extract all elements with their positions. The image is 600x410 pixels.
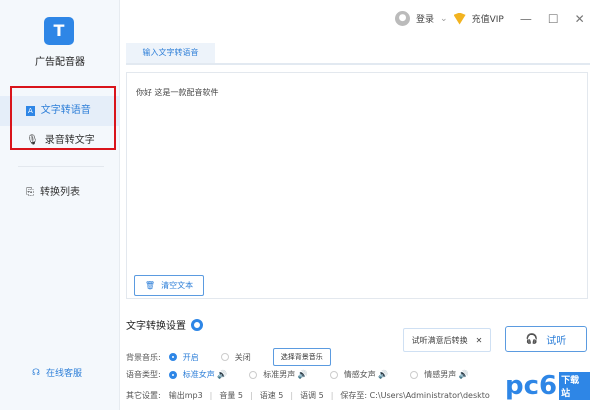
vip-icon — [453, 12, 466, 25]
bg-music-row: 背景音乐: 开启 关闭 选择背景音乐 — [126, 348, 331, 366]
maximize-icon[interactable]: ☐ — [548, 12, 559, 26]
chevron-down-icon[interactable]: ⌄ — [440, 14, 448, 24]
voice-option[interactable]: 标准男声 🔊 — [249, 369, 308, 380]
sidebar: T 广告配音器 A 文字转语音 🎙 录音转文字 ⎘ 转换列表 ☊ 在线客服 — [0, 0, 120, 410]
online-service-link[interactable]: ☊ 在线客服 — [32, 366, 83, 380]
service-label: 在线客服 — [46, 369, 83, 379]
tab-text-input[interactable]: 输入文字转语音 — [126, 43, 215, 63]
tab-underline — [126, 63, 590, 65]
gear-icon[interactable] — [191, 318, 203, 331]
settings-title: 文字转换设置 — [126, 317, 203, 332]
headphones-icon: 🎧 — [525, 333, 539, 345]
volume-setting[interactable]: 音量 5 — [219, 390, 243, 401]
speaker-icon: 🔊 — [297, 370, 308, 379]
tooltip: 试听满意后转换 ✕ — [403, 328, 491, 352]
top-bar: ● 登录 ⌄ 充值VIP — ☐ ✕ — [395, 11, 585, 26]
settings-title-text: 文字转换设置 — [126, 321, 186, 332]
divider — [18, 166, 104, 167]
highlight-box — [10, 86, 116, 150]
voice-type-label: 语音类型: — [126, 370, 161, 379]
close-icon[interactable]: ✕ — [476, 336, 483, 345]
voice-option[interactable]: 情感男声 🔊 — [410, 369, 469, 380]
avatar-icon[interactable]: ● — [395, 11, 410, 26]
other-settings-row: 其它设置: 输出mp3 | 音量 5 | 语速 5 | 语调 5 | 保存至: C:\U… — [126, 390, 490, 401]
speaker-icon: 🔊 — [458, 370, 469, 379]
list-convert-icon: ⎘ — [26, 187, 34, 198]
login-button[interactable]: 登录 — [416, 12, 434, 25]
bg-music-off-radio[interactable]: 关闭 — [220, 352, 251, 363]
listen-label: 试听 — [546, 335, 567, 347]
app-name: 广告配音器 — [35, 57, 85, 68]
output-format[interactable]: 输出mp3 — [169, 390, 203, 401]
sidebar-item-label: 转换列表 — [40, 187, 80, 198]
vip-button[interactable]: 充值VIP — [472, 12, 504, 25]
tooltip-text: 试听满意后转换 — [411, 335, 468, 345]
watermark: pc6 下载站 — [505, 368, 590, 404]
clear-label: 清空文本 — [161, 281, 194, 290]
bg-music-label: 背景音乐: — [126, 352, 161, 362]
listen-button[interactable]: 🎧 试听 — [505, 326, 587, 352]
save-path[interactable]: 保存至: C:\Users\Administrator\deskto — [340, 390, 489, 401]
other-settings-label: 其它设置: — [126, 391, 161, 400]
speed-setting[interactable]: 语速 5 — [260, 390, 284, 401]
app-logo: T — [44, 17, 74, 45]
sidebar-item-convert-list[interactable]: ⎘ 转换列表 — [0, 178, 120, 208]
voice-option[interactable]: 标准女声 🔊 — [168, 369, 228, 380]
voice-type-row: 语音类型: 标准女声 🔊 标准男声 🔊 情感女声 🔊 情感男声 🔊 — [126, 369, 491, 380]
choose-bg-music-button[interactable]: 选择背景音乐 — [272, 348, 331, 366]
text-input-area[interactable]: 你好 这是一款配音软件 🗑 清空文本 — [126, 72, 588, 299]
minimize-icon[interactable]: — — [520, 12, 532, 26]
close-icon[interactable]: ✕ — [575, 12, 585, 26]
speaker-icon: 🔊 — [378, 370, 389, 379]
bg-music-on-radio[interactable]: 开启 — [168, 352, 199, 363]
pitch-setting[interactable]: 语调 5 — [300, 390, 324, 401]
text-content[interactable]: 你好 这是一款配音软件 — [136, 87, 219, 98]
clear-text-button[interactable]: 🗑 清空文本 — [134, 275, 204, 296]
headset-icon: ☊ — [32, 367, 40, 378]
speaker-icon: 🔊 — [217, 370, 228, 379]
voice-option[interactable]: 情感女声 🔊 — [329, 369, 389, 380]
trash-icon: 🗑 — [144, 281, 156, 290]
